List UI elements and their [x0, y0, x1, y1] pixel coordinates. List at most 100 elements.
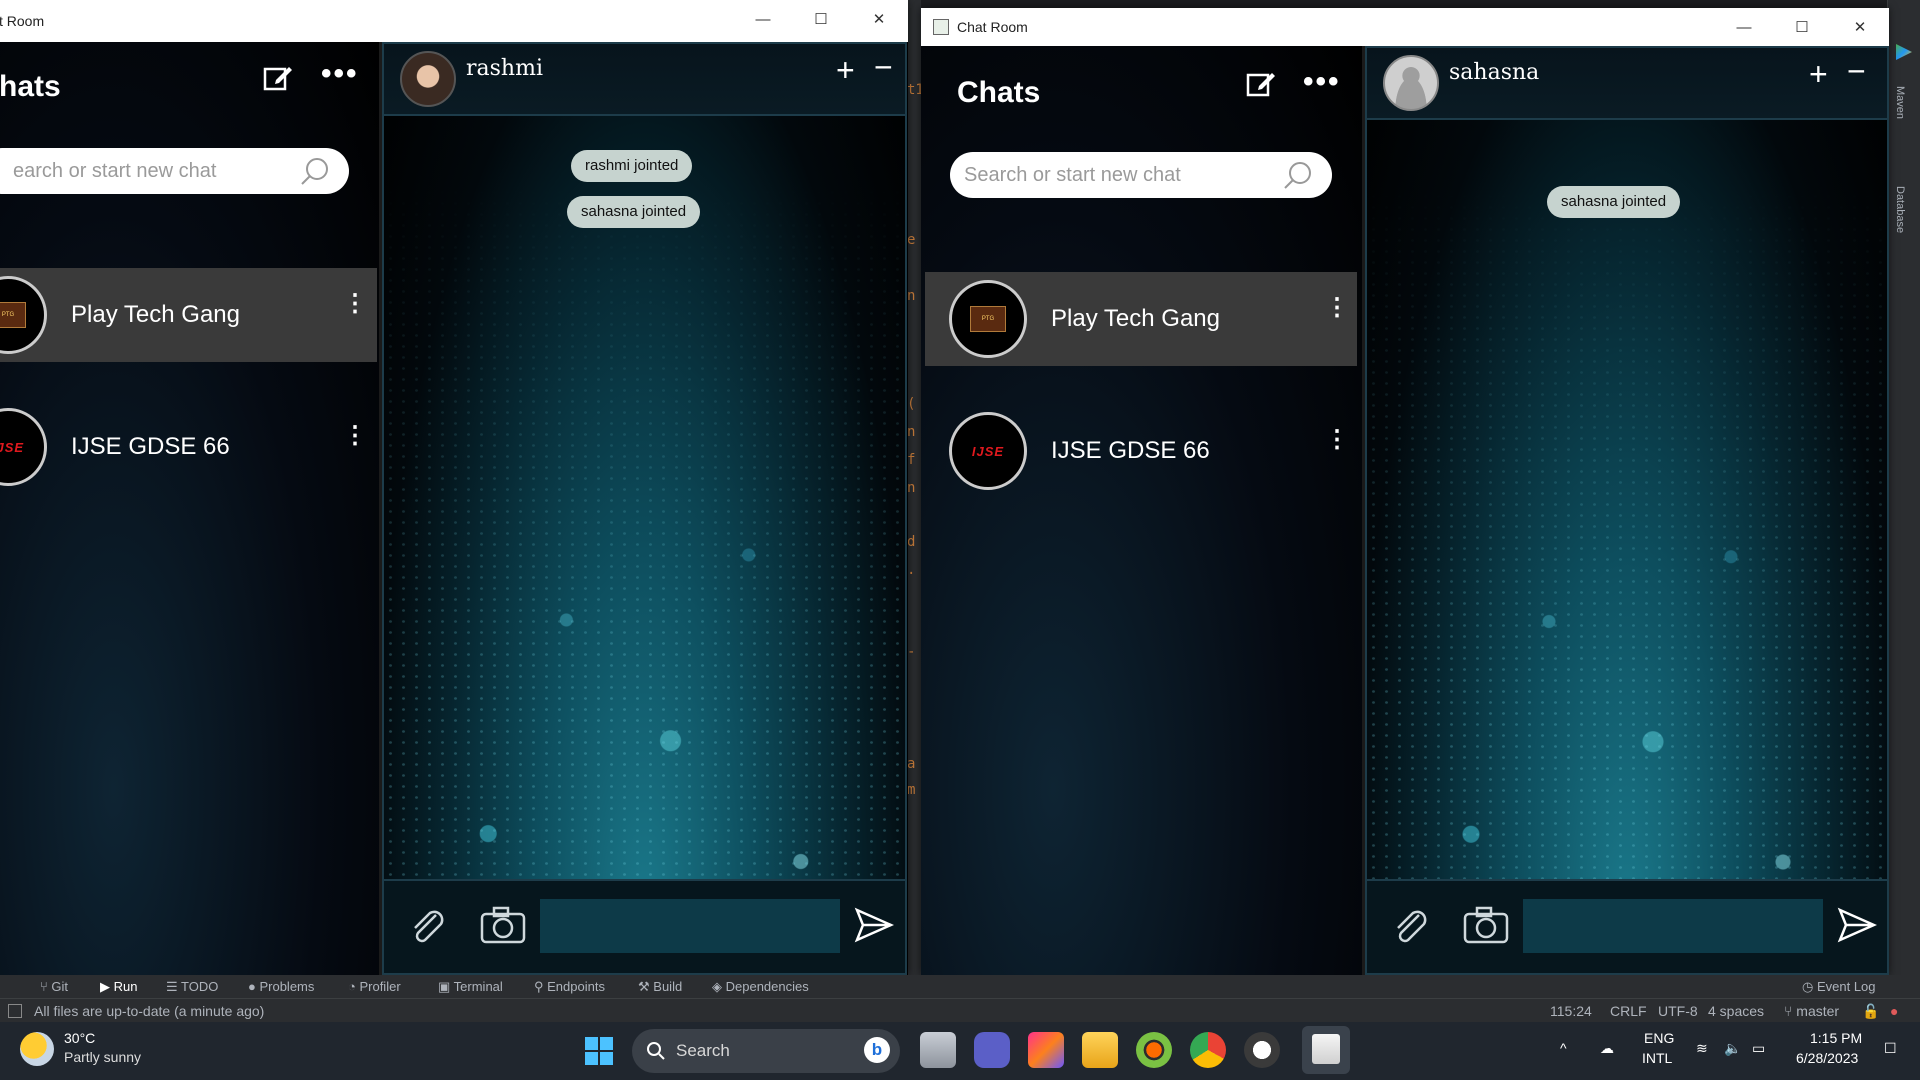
windows-start-icon[interactable]	[584, 1036, 614, 1066]
ijse-logo: IJSE	[0, 439, 25, 455]
maximize-button[interactable]: ☐	[792, 0, 850, 38]
weather-icon[interactable]	[20, 1032, 54, 1066]
weather-desc[interactable]: Partly sunny	[64, 1049, 141, 1065]
add-button[interactable]: +	[836, 52, 855, 89]
notification-icon[interactable]: ●	[1890, 1003, 1898, 1019]
search-icon[interactable]	[299, 156, 331, 188]
chrome-icon[interactable]	[1190, 1032, 1226, 1068]
add-button[interactable]: +	[1809, 56, 1828, 93]
conversation-header: rashmi + −	[384, 44, 905, 116]
compose-icon[interactable]	[262, 62, 294, 94]
contact-avatar[interactable]	[1383, 55, 1439, 111]
file-encoding[interactable]: UTF-8	[1658, 1003, 1698, 1019]
teams-chat-icon[interactable]	[974, 1032, 1010, 1068]
minimize-button[interactable]: —	[1715, 8, 1773, 46]
indent-setting[interactable]: 4 spaces	[1708, 1003, 1764, 1019]
bing-icon[interactable]: b	[864, 1037, 890, 1063]
ide-tab-dependencies[interactable]: ◈ Dependencies	[712, 979, 809, 995]
cursor-position[interactable]: 115:24	[1550, 1003, 1592, 1019]
paperclip-icon[interactable]	[406, 905, 450, 949]
status-panel-icon[interactable]	[8, 1004, 22, 1018]
camera-icon[interactable]	[1463, 905, 1509, 945]
kebab-menu-icon[interactable]: ⋮	[343, 292, 367, 316]
send-icon[interactable]	[1837, 907, 1877, 943]
kebab-menu-icon[interactable]: ⋮	[1325, 428, 1349, 452]
minus-button[interactable]: −	[1847, 53, 1866, 90]
right-titlebar[interactable]: Chat Room — ☐ ✕	[921, 8, 1889, 46]
message-input[interactable]	[540, 899, 840, 953]
conversation-panel: sahasna + − sahasna jointed	[1365, 46, 1889, 975]
ide-tool-window-bar: ⑂ Git ▶ Run ☰ TODO ● Problems ◔ Profiler…	[0, 975, 1920, 998]
message-input[interactable]	[1523, 899, 1823, 953]
search-icon[interactable]	[1282, 160, 1314, 192]
notifications-icon[interactable]: ☐	[1884, 1040, 1897, 1057]
search-input[interactable]: Search or start new chat	[950, 152, 1332, 198]
language-primary[interactable]: ENG	[1644, 1030, 1674, 1046]
ide-tab-todo[interactable]: ☰ TODO	[166, 979, 218, 995]
kebab-menu-icon[interactable]: ⋮	[1325, 296, 1349, 320]
language-secondary[interactable]: INTL	[1642, 1050, 1672, 1066]
maven-tool-tab[interactable]: Maven	[1894, 86, 1906, 119]
ide-tab-endpoints[interactable]: ⚲ Endpoints	[534, 979, 605, 995]
line-ending[interactable]: CRLF	[1610, 1003, 1647, 1019]
clock-date[interactable]: 6/28/2023	[1796, 1050, 1858, 1066]
ide-tab-git[interactable]: ⑂ Git	[40, 979, 68, 994]
media-player-icon[interactable]	[1244, 1032, 1280, 1068]
wifi-icon[interactable]: ≋	[1696, 1040, 1708, 1057]
event-log-tab[interactable]: ◷ Event Log	[1802, 979, 1876, 995]
ide-code-fragment: n	[907, 480, 916, 496]
file-explorer-icon[interactable]	[1082, 1032, 1118, 1068]
task-view-icon[interactable]	[920, 1032, 956, 1068]
ide-tab-problems[interactable]: ● Problems	[248, 979, 314, 994]
system-message: sahasna jointed	[567, 196, 701, 228]
plugin-icon[interactable]	[1896, 44, 1912, 60]
left-titlebar[interactable]: t Room — ☐ ✕	[0, 0, 908, 42]
git-branch[interactable]: ⑂ master	[1784, 1003, 1839, 1019]
chat-item-play-tech-gang[interactable]: PTG Play Tech Gang ⋮	[925, 272, 1357, 366]
chat-item-ijse-gdse-66[interactable]: IJSE IJSE GDSE 66 ⋮	[0, 400, 377, 494]
play-tech-gang-logo: PTG	[0, 302, 26, 328]
chevron-up-icon[interactable]: ^	[1560, 1040, 1567, 1056]
more-options-icon[interactable]: •••	[321, 59, 359, 89]
chat-name: Play Tech Gang	[1051, 305, 1220, 332]
database-tool-tab[interactable]: Database	[1894, 186, 1906, 233]
taskbar-search[interactable]: Search b	[632, 1029, 900, 1073]
close-button[interactable]: ✕	[850, 0, 908, 38]
ide-code-fragment: n	[907, 424, 916, 440]
ide-tab-run[interactable]: ▶ Run	[100, 979, 137, 995]
intellij-icon[interactable]	[1028, 1032, 1064, 1068]
clock-time[interactable]: 1:15 PM	[1810, 1030, 1862, 1046]
more-options-icon[interactable]: •••	[1303, 67, 1341, 97]
close-button[interactable]: ✕	[1831, 8, 1889, 46]
group-avatar: PTG	[949, 280, 1027, 358]
minus-button[interactable]: −	[874, 49, 893, 86]
chat-item-play-tech-gang[interactable]: PTG Play Tech Gang ⋮	[0, 268, 377, 362]
send-icon[interactable]	[854, 907, 894, 943]
contact-avatar[interactable]	[400, 51, 456, 107]
ide-tab-build[interactable]: ⚒ Build	[638, 979, 682, 995]
search-icon	[647, 1042, 665, 1060]
camera-icon[interactable]	[480, 905, 526, 945]
minimize-button[interactable]: —	[734, 0, 792, 38]
battery-icon[interactable]: ▭	[1752, 1040, 1765, 1057]
volume-icon[interactable]: 🔈	[1724, 1040, 1741, 1057]
ide-code-fragment: m	[907, 782, 916, 798]
ijse-logo: IJSE	[971, 443, 1005, 459]
gradle-icon[interactable]	[1136, 1032, 1172, 1068]
chat-item-ijse-gdse-66[interactable]: IJSE IJSE GDSE 66 ⋮	[925, 404, 1357, 498]
window-title: t Room	[0, 13, 45, 29]
compose-icon[interactable]	[1245, 68, 1277, 100]
lock-icon[interactable]: 🔓	[1862, 1003, 1879, 1020]
java-app-icon-active[interactable]	[1302, 1026, 1350, 1074]
search-input[interactable]: earch or start new chat	[0, 148, 349, 194]
ide-tab-terminal[interactable]: ▣ Terminal	[438, 979, 503, 995]
ide-code-fragment: n	[907, 288, 916, 304]
ide-code-fragment: .	[907, 562, 916, 578]
ide-tab-profiler[interactable]: ◔ Profiler	[348, 979, 401, 994]
chats-heading: hats	[0, 70, 61, 103]
maximize-button[interactable]: ☐	[1773, 8, 1831, 46]
weather-temp[interactable]: 30°C	[64, 1030, 95, 1046]
paperclip-icon[interactable]	[1389, 905, 1433, 949]
kebab-menu-icon[interactable]: ⋮	[343, 424, 367, 448]
onedrive-icon[interactable]: ☁	[1600, 1040, 1614, 1057]
